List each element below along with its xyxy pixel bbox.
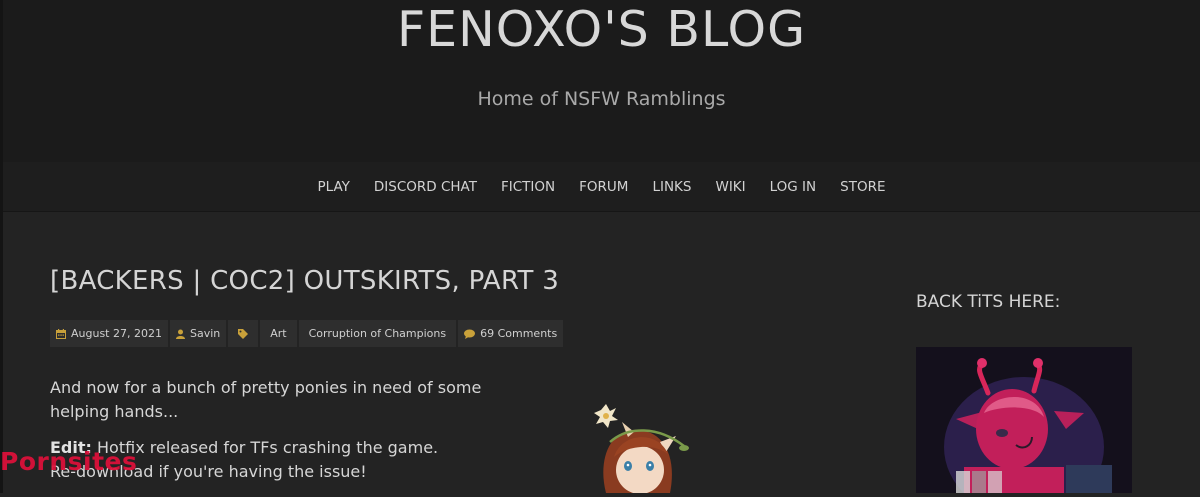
post-date-text: August 27, 2021 [71, 327, 162, 340]
comment-icon [464, 329, 476, 339]
nav-item-play[interactable]: PLAY [306, 179, 362, 195]
sidebar-heading: BACK TiTS HERE: [916, 292, 1061, 312]
post-tag-art[interactable]: Art [260, 320, 297, 347]
nav-item-log-in[interactable]: LOG IN [758, 179, 829, 195]
post-comments[interactable]: 69 Comments [458, 320, 564, 347]
nav-item-fiction[interactable]: FICTION [489, 179, 567, 195]
nav-item-store[interactable]: STORE [828, 179, 897, 195]
watermark-logo: Pornsites [0, 447, 138, 476]
post-meta: August 27, 2021 Savin Art Corruption of … [50, 320, 565, 347]
main-navigation: PLAY DISCORD CHAT FICTION FORUM LINKS WI… [3, 162, 1200, 212]
tag-coc-label: Corruption of Champions [308, 327, 447, 340]
post-title[interactable]: [BACKERS | COC2] OUTSKIRTS, PART 3 [50, 266, 559, 296]
nav-item-forum[interactable]: FORUM [567, 179, 640, 195]
nav-item-links[interactable]: LINKS [640, 179, 703, 195]
user-icon [175, 329, 185, 339]
nav-item-wiki[interactable]: WIKI [703, 179, 757, 195]
tits-ad-image[interactable] [916, 347, 1132, 493]
nav-item-discord-chat[interactable]: DISCORD CHAT [362, 179, 489, 195]
post-intro: And now for a bunch of pretty ponies in … [50, 378, 482, 421]
tag-art-label: Art [270, 327, 287, 340]
post-tags-icon-box [228, 320, 259, 347]
post-author-text: Savin [189, 327, 221, 340]
site-title[interactable]: FENOXO'S BLOG [3, 2, 1200, 58]
post-date[interactable]: August 27, 2021 [50, 320, 168, 347]
post-body: And now for a bunch of pretty ponies in … [50, 376, 520, 496]
edit-text: Hotfix released for TFs crashing the gam… [97, 438, 439, 457]
post-tag-coc[interactable]: Corruption of Champions [298, 320, 457, 347]
tag-icon [238, 328, 249, 339]
site-tagline: Home of NSFW Ramblings [477, 88, 726, 110]
calendar-icon [56, 328, 66, 339]
site-header: FENOXO'S BLOG Home of NSFW Ramblings [3, 0, 1200, 162]
post-author[interactable]: Savin [169, 320, 227, 347]
pony-illustration [588, 402, 698, 494]
post-comments-text: 69 Comments [480, 327, 558, 340]
